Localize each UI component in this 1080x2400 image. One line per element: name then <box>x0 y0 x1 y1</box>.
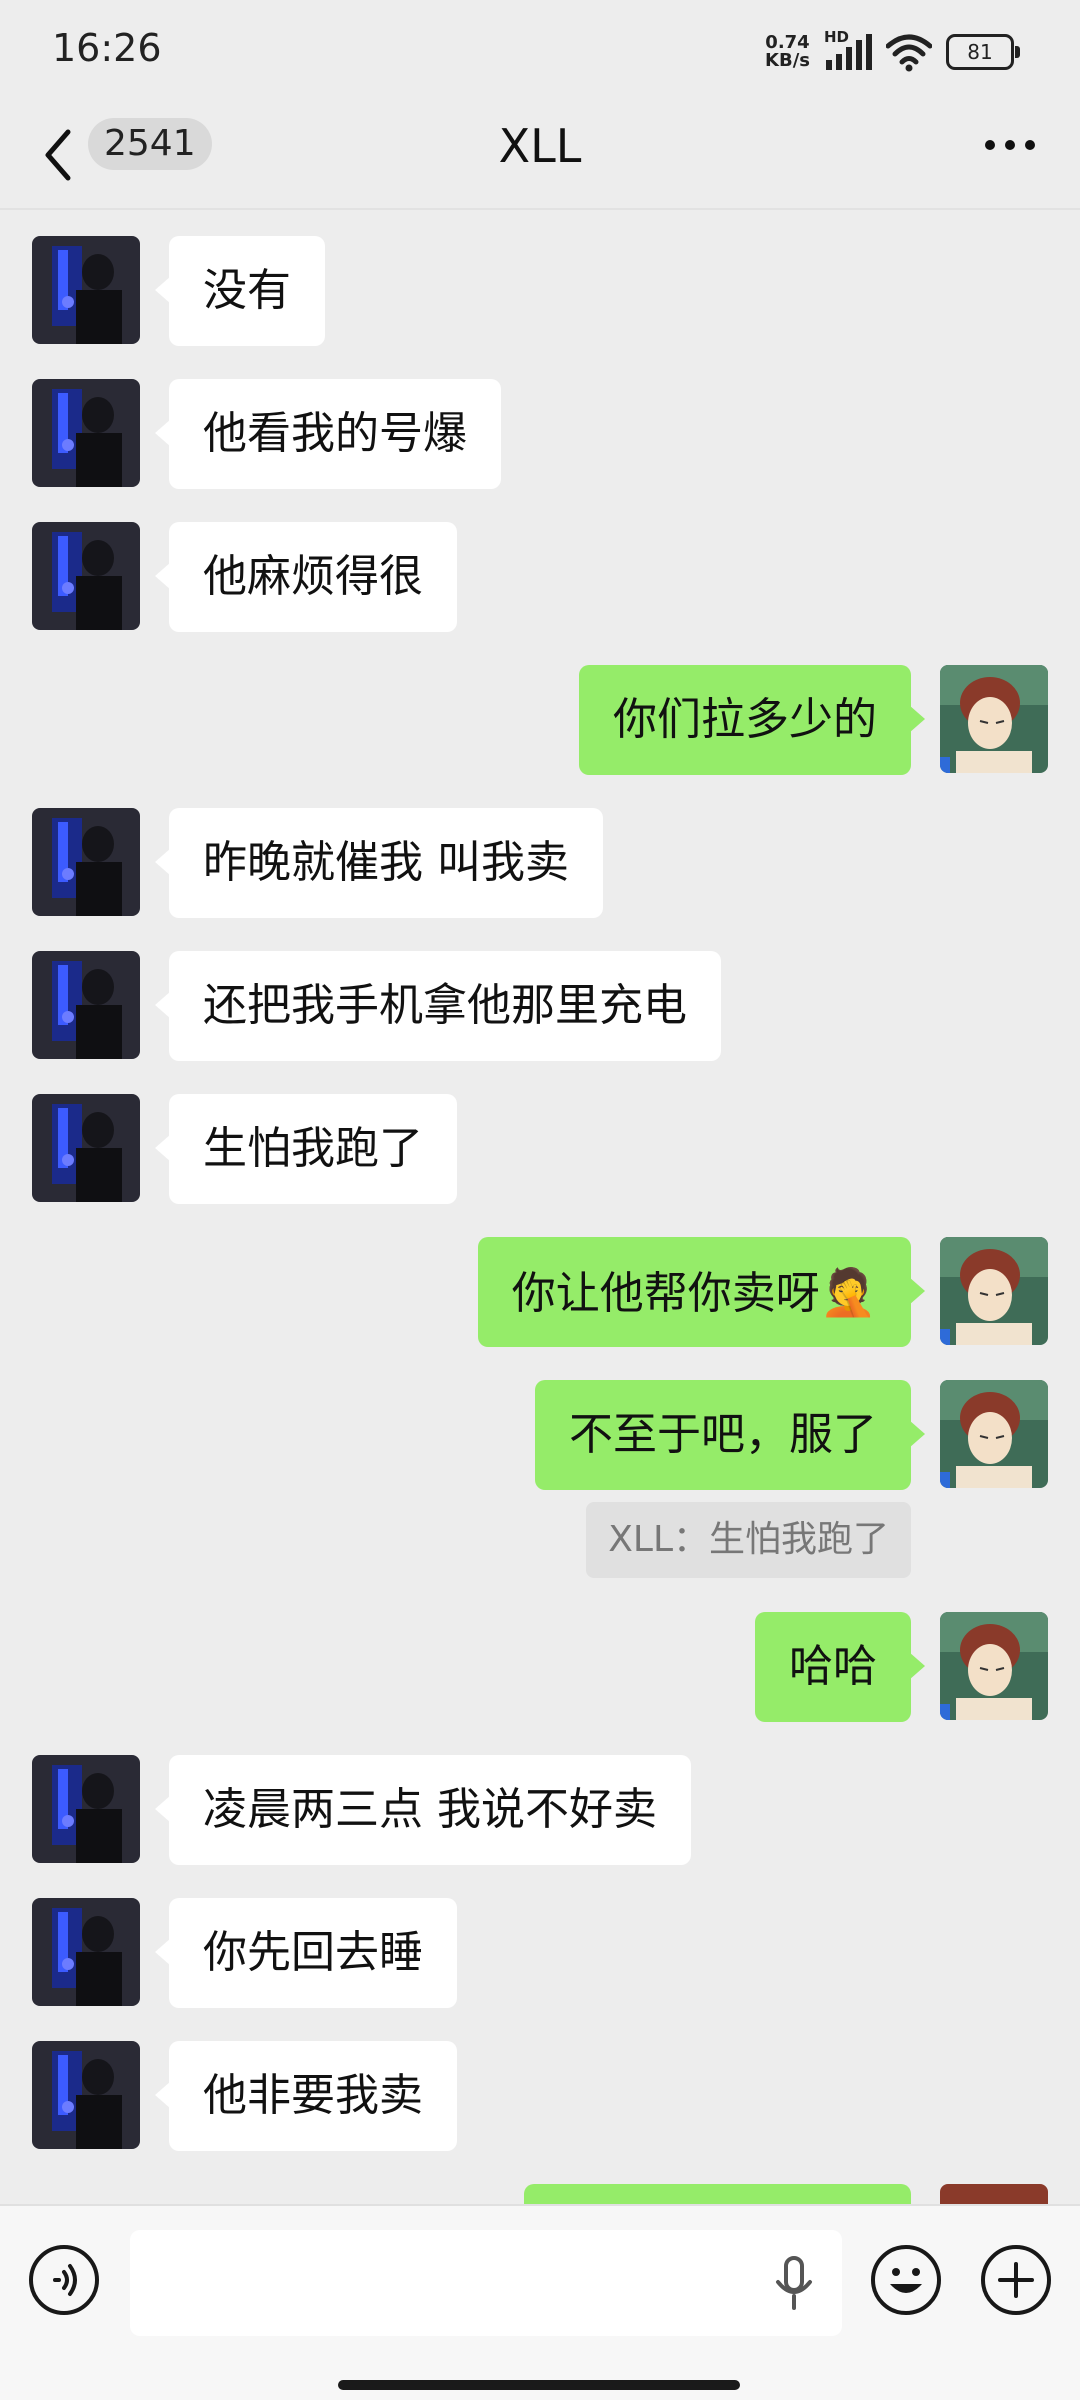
header-divider <box>0 208 1080 210</box>
incoming-message-bubble[interactable]: 生怕我跑了 <box>155 1094 457 1204</box>
home-indicator[interactable] <box>338 2380 740 2390</box>
status-bar: 16:26 0.74 KB/s HD 81 <box>0 0 1080 100</box>
message-input[interactable] <box>130 2230 842 2336</box>
contact-avatar[interactable] <box>32 1094 140 1202</box>
emoji-icon[interactable] <box>870 2244 942 2316</box>
battery-level: 81 <box>967 40 993 64</box>
chat-screen: 16:26 0.74 KB/s HD 81 2541 XLL 没有 他看我的号爆… <box>0 0 1080 2400</box>
contact-avatar[interactable] <box>32 522 140 630</box>
my-avatar[interactable] <box>940 1237 1048 1345</box>
incoming-message-bubble[interactable]: 他麻烦得很 <box>155 522 457 632</box>
incoming-message-bubble[interactable]: 他非要我卖 <box>155 2041 457 2151</box>
cellular-signal-icon: HD <box>824 28 872 72</box>
quoted-message[interactable]: XLL：生怕我跑了 <box>586 1502 911 1578</box>
contact-avatar[interactable] <box>32 2041 140 2149</box>
contact-avatar[interactable] <box>32 1755 140 1863</box>
incoming-message-bubble[interactable]: 他看我的号爆 <box>155 379 501 489</box>
facepalm-emoji: 🤦 <box>819 1265 877 1319</box>
my-avatar[interactable] <box>940 1380 1048 1488</box>
contact-avatar[interactable] <box>32 379 140 487</box>
outgoing-message-bubble[interactable]: 哈哈 <box>755 1612 925 1722</box>
outgoing-message-bubble[interactable]: 你让他帮你卖呀🤦 <box>477 1237 926 1347</box>
input-bar <box>0 2204 1080 2400</box>
outgoing-message-bubble[interactable]: 不至于吧，服了 <box>535 1380 925 1490</box>
network-speed: 0.74 KB/s <box>765 34 810 70</box>
outgoing-message-bubble[interactable]: 你们拉多少的 <box>579 665 925 775</box>
incoming-message-bubble[interactable]: 你先回去睡 <box>155 1898 457 2008</box>
incoming-message-bubble[interactable]: 凌晨两三点 我说不好卖 <box>155 1755 691 1865</box>
incoming-message-bubble[interactable]: 还把我手机拿他那里充电 <box>155 951 721 1061</box>
incoming-message-bubble[interactable]: 没有 <box>155 236 325 346</box>
incoming-message-bubble[interactable]: 昨晚就催我 叫我卖 <box>155 808 603 918</box>
wifi-icon <box>886 34 932 72</box>
chat-title: XLL <box>498 119 582 173</box>
outgoing-message-bubble-partial[interactable] <box>524 2184 911 2204</box>
message-text: 你让他帮你卖呀 <box>511 1268 820 1319</box>
contact-avatar[interactable] <box>32 951 140 1059</box>
microphone-icon[interactable] <box>772 2256 816 2312</box>
plus-icon[interactable] <box>980 2244 1052 2316</box>
contact-avatar[interactable] <box>32 236 140 344</box>
my-avatar[interactable] <box>940 1612 1048 1720</box>
more-dots-icon[interactable] <box>980 130 1040 160</box>
battery-icon: 81 <box>946 34 1020 70</box>
status-time: 16:26 <box>52 26 162 70</box>
my-avatar[interactable] <box>940 665 1048 773</box>
contact-avatar[interactable] <box>32 808 140 916</box>
network-speed-unit: KB/s <box>765 50 810 71</box>
status-icons: 0.74 KB/s HD 81 <box>765 28 1020 74</box>
my-avatar-partial[interactable] <box>940 2184 1048 2204</box>
voice-mode-icon[interactable] <box>28 2244 100 2316</box>
contact-avatar[interactable] <box>32 1898 140 2006</box>
